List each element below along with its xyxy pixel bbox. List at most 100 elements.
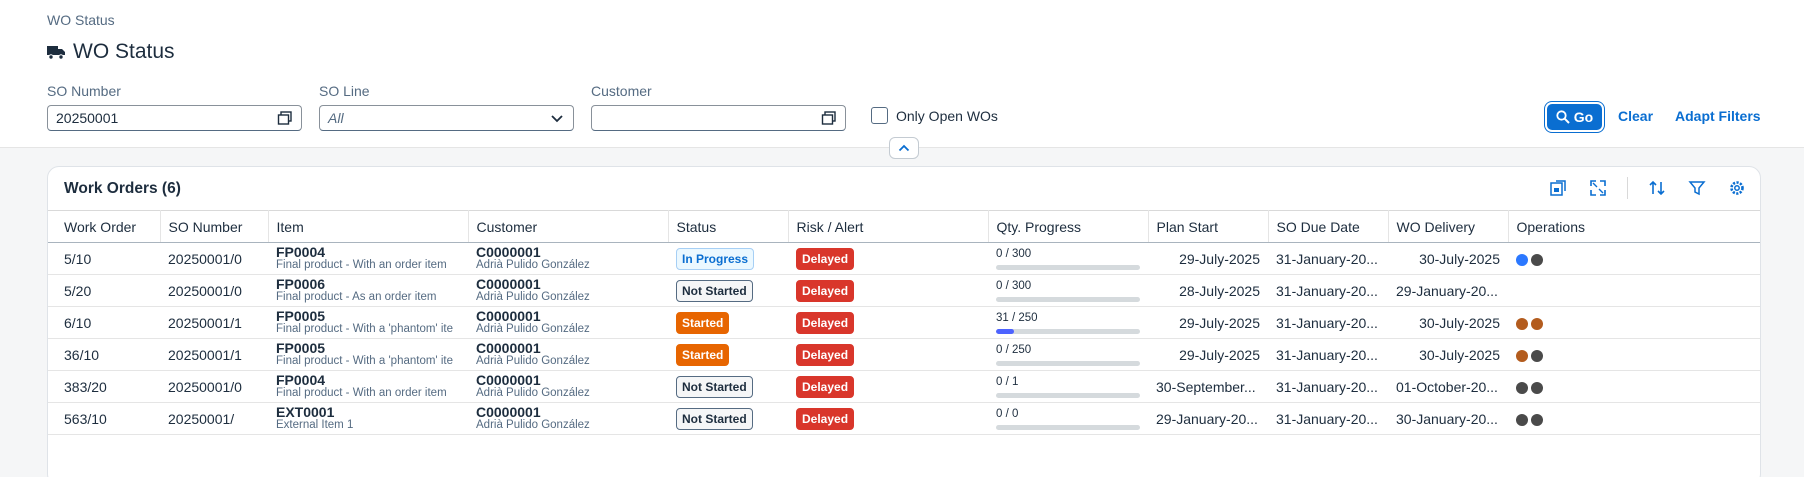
operation-status-dot[interactable] [1531,381,1543,394]
operation-status-dot[interactable] [1531,349,1543,362]
column-header[interactable]: SO Due Date [1268,210,1389,243]
wo-delivery-cell: 30-July-2025 [1388,338,1508,371]
item-cell: FP0004 Final product - With an order item [268,370,468,403]
table-row[interactable]: 383/20 20250001/0 FP0004 Final product - Wi… [48,370,1760,403]
risk-badge: Delayed [796,311,855,334]
wo-delivery-cell: 30-July-2025 [1388,306,1508,339]
operation-status-dot[interactable] [1516,317,1528,330]
only-open-wos-checkbox[interactable]: Only Open WOs [871,107,998,124]
item-description: Final product - With a 'phantom' ite [276,323,453,335]
qty-progress-bar [996,424,1140,430]
so-line-filter: SO Line All [319,83,574,131]
value-help-icon[interactable] [821,110,837,126]
qty-progress-cell: 31 / 250 [988,306,1148,339]
so-due-date-cell: 31-January-20... [1268,338,1388,371]
qty-progress-bar [996,392,1140,398]
customer-code: C0000001 [476,244,541,260]
item-code: FP0005 [276,308,326,324]
column-header[interactable]: Operations [1508,210,1760,243]
operations-cell [1508,274,1760,307]
table-row[interactable]: 36/10 20250001/1 FP0005 Final product - Wit… [48,338,1760,371]
so-number-filter: SO Number 20250001 [47,83,302,131]
checkbox-box[interactable] [871,107,888,124]
operation-status-dot[interactable] [1531,413,1543,426]
fullscreen-icon[interactable] [1587,177,1609,199]
adapt-filters-button[interactable]: Adapt Filters [1675,108,1761,124]
work-order-cell: 6/10 [48,306,160,339]
operation-status-dot[interactable] [1516,413,1528,426]
table-row[interactable]: 6/10 20250001/1 FP0005 Final product - With… [48,306,1760,339]
customer-filter: Customer [591,83,846,131]
customer-input[interactable] [591,105,846,131]
table-row[interactable]: 563/10 20250001/EXT0001 External Item 1 C00… [48,402,1760,435]
go-label: Go [1573,109,1594,125]
item-code: EXT0001 [276,404,335,420]
risk-badge: Delayed [796,407,855,430]
truck-icon [47,46,65,60]
so-due-date-cell: 31-January-20... [1268,402,1388,435]
qty-progress-text: 0 / 300 [996,279,1032,292]
risk-badge: Delayed [796,247,855,270]
so-line-select[interactable]: All [319,105,574,131]
customer-name: Adrià Pulido González [476,387,590,399]
export-icon[interactable] [1547,177,1569,199]
column-header[interactable]: Customer [468,210,669,243]
breadcrumb[interactable]: WO Status [47,12,115,28]
column-header[interactable]: WO Delivery [1388,210,1509,243]
clear-button[interactable]: Clear [1618,108,1653,124]
so-due-date-cell: 31-January-20... [1268,370,1388,403]
so-due-date-cell: 31-January-20... [1268,242,1388,275]
toolbar-separator [1627,177,1628,199]
so-number-input[interactable]: 20250001 [47,105,302,131]
chevron-down-icon[interactable] [549,110,565,126]
operations-cell [1508,306,1760,339]
qty-progress-fill [996,328,1014,334]
item-cell: FP0005 Final product - With a 'phantom' i… [268,306,468,339]
status-badge: Started [676,343,730,366]
column-header[interactable]: Qty. Progress [988,210,1149,243]
customer-code: C0000001 [476,404,541,420]
filter-icon[interactable] [1686,177,1708,199]
risk-badge: Delayed [796,375,855,398]
operation-status-dot[interactable] [1516,381,1528,394]
value-help-icon[interactable] [277,110,293,126]
qty-progress-bar [996,264,1140,270]
customer-name: Adrià Pulido González [476,323,590,335]
so-number-cell: 20250001/1 [160,306,268,339]
status-badge: Started [676,311,730,334]
operation-status-dot[interactable] [1516,253,1528,266]
customer-cell: C0000001 Adrià Pulido González [468,274,668,307]
so-number-cell: 20250001/0 [160,242,268,275]
item-description: Final product - As an order item [276,291,437,303]
wo-delivery-cell: 01-October-20... [1388,370,1508,403]
status-cell: In Progress [668,242,788,275]
operation-status-dot[interactable] [1516,349,1528,362]
table-header-row: Work Order SO Number Item Customer Status Ris… [48,210,1760,243]
collapse-header-button[interactable] [889,137,919,159]
sort-icon[interactable] [1646,177,1668,199]
operation-status-dot[interactable] [1531,317,1543,330]
customer-cell: C0000001 Adrià Pulido González [468,402,668,435]
gear-icon[interactable] [1726,177,1748,199]
status-cell: Not Started [668,274,788,307]
qty-progress-text: 0 / 0 [996,407,1019,420]
work-order-cell: 36/10 [48,338,160,371]
column-header[interactable]: Item [268,210,469,243]
column-header[interactable]: Work Order [48,210,161,243]
qty-progress-bar [996,296,1140,302]
column-header[interactable]: Plan Start [1148,210,1269,243]
table-row[interactable]: 5/20 20250001/0 FP0006 Final product - As a… [48,274,1760,307]
column-header[interactable]: Risk / Alert [788,210,989,243]
item-code: FP0004 [276,372,326,388]
item-description: Final product - With an order item [276,259,447,271]
operation-status-dot[interactable] [1531,253,1543,266]
wo-delivery-cell: 30-July-2025 [1388,242,1508,275]
risk-cell: Delayed [788,242,988,275]
qty-progress-bar [996,328,1140,334]
column-header[interactable]: SO Number [160,210,269,243]
go-button[interactable]: Go [1547,104,1602,130]
so-due-date-cell: 31-January-20... [1268,306,1388,339]
table-row[interactable]: 5/10 20250001/0 FP0004 Final product - With… [48,242,1760,275]
risk-cell: Delayed [788,370,988,403]
column-header[interactable]: Status [668,210,789,243]
